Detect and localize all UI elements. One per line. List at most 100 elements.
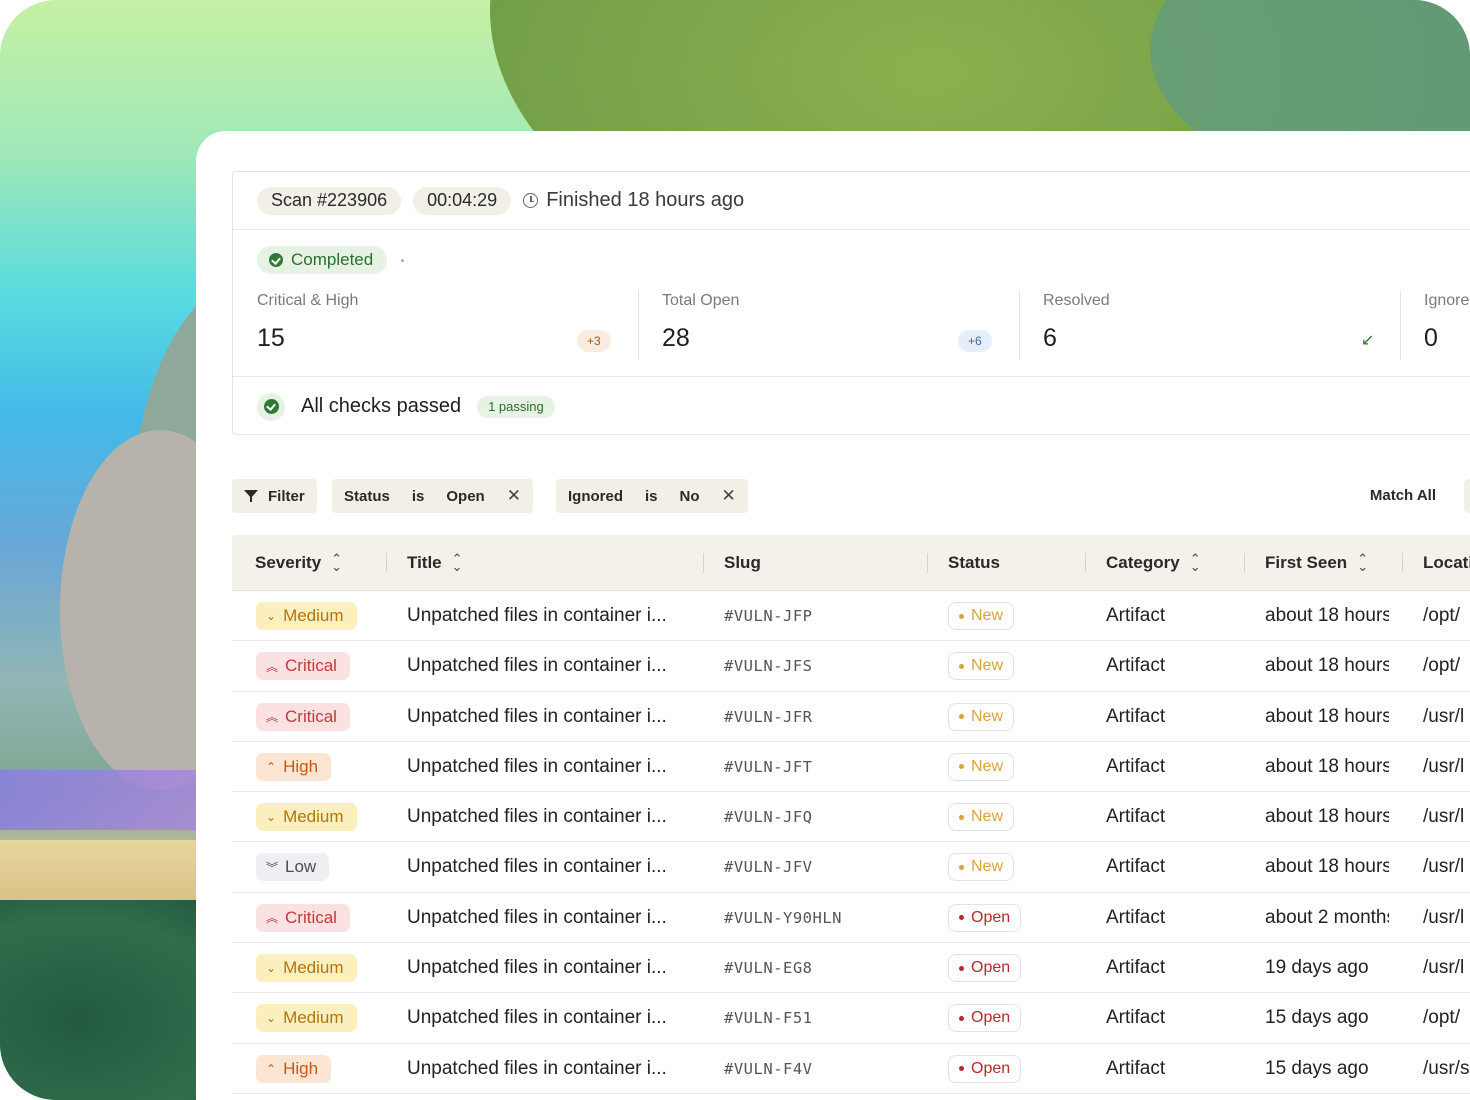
metric-resolved: Resolved 6 ↙	[1043, 290, 1383, 376]
severity-badge: ⌄ Medium	[256, 803, 357, 832]
column-header-severity[interactable]: Severity ⌃ ⌄	[255, 535, 342, 591]
status-badge: New	[948, 602, 1015, 630]
column-header-first-seen[interactable]: First Seen ⌃ ⌄	[1265, 535, 1368, 591]
scan-summary-card: Scan #223906 00:04:29 Finished 18 hours …	[232, 171, 1470, 435]
severity-label: Medium	[283, 606, 344, 625]
column-header-category[interactable]: Category ⌃ ⌄	[1106, 535, 1201, 591]
first-seen-label: about 18 hours ago	[1265, 655, 1389, 677]
status-label: Open	[971, 1009, 1011, 1027]
metric-divider	[638, 290, 639, 360]
severity-badge: ⌄ Medium	[256, 1004, 357, 1033]
finding-title[interactable]: Unpatched files in container i...	[407, 806, 667, 828]
category-label: Artifact	[1106, 806, 1166, 828]
remove-filter-icon[interactable]: ✕	[722, 486, 736, 506]
double-chevron-down-icon: ︾	[266, 860, 279, 875]
table-row[interactable]: ⌄ Medium Unpatched files in container i...…	[232, 993, 1470, 1044]
finding-title[interactable]: Unpatched files in container i...	[407, 907, 667, 929]
status-label: Open	[971, 908, 1011, 926]
status-dot-icon	[959, 663, 964, 669]
table-row[interactable]: ⌃ High Unpatched files in container i... #V…	[232, 1044, 1470, 1094]
table-row[interactable]: ︾ Low Unpatched files in container i... #VU…	[232, 842, 1470, 893]
column-header-location[interactable]: Location	[1423, 535, 1470, 591]
filter-icon	[244, 489, 258, 503]
filter-value: No	[679, 487, 700, 505]
table-row[interactable]: ︽ Critical Unpatched files in container i.…	[232, 641, 1470, 692]
sort-icon[interactable]: ⌃ ⌄	[1357, 552, 1368, 573]
match-options-button[interactable]	[1464, 479, 1470, 513]
finding-title[interactable]: Unpatched files in container i...	[407, 605, 667, 627]
severity-label: Medium	[283, 807, 344, 827]
finding-title[interactable]: Unpatched files in container i...	[407, 957, 667, 979]
finding-title[interactable]: Unpatched files in container i...	[407, 756, 667, 778]
finding-title[interactable]: Unpatched files in container i...	[407, 655, 667, 677]
finding-slug: #VULN-JFT	[724, 757, 813, 776]
severity-label: Medium	[283, 958, 344, 978]
finding-title[interactable]: Unpatched files in container i...	[407, 1007, 667, 1029]
category-label: Artifact	[1106, 755, 1166, 777]
status-label: New	[971, 657, 1004, 675]
finding-title[interactable]: Unpatched files in container i...	[407, 856, 667, 878]
status-label: New	[971, 808, 1004, 826]
location-label: /opt/	[1423, 655, 1460, 677]
finished-text: Finished 18 hours ago	[546, 189, 745, 211]
severity-badge: ︾ Low	[256, 853, 330, 882]
status-dot-icon	[959, 814, 964, 820]
filter-bar: Filter Status is Open ✕ Ignored is No ✕ …	[232, 479, 1470, 513]
sort-icon[interactable]: ⌃ ⌄	[452, 552, 463, 573]
table-row[interactable]: ⌃ High Unpatched files in container i... #V…	[232, 742, 1470, 793]
chevron-up-icon: ⌃	[266, 1061, 277, 1076]
first-seen-label: about 18 hours ago	[1265, 705, 1389, 727]
severity-label: Medium	[283, 1008, 344, 1028]
location-label: /usr/l	[1423, 906, 1465, 928]
checks-summary[interactable]: All checks passed 1 passing	[233, 376, 1470, 436]
finding-slug: #VULN-JFQ	[724, 808, 813, 827]
filter-chip-status[interactable]: Status is Open ✕	[332, 479, 533, 513]
chevron-down-icon: ⌄	[266, 961, 277, 976]
metric-delta-badge: +6	[958, 330, 992, 352]
filter-operator: is	[645, 487, 658, 505]
check-circle-icon	[269, 253, 283, 267]
metric-label: Total Open	[662, 292, 740, 309]
status-badge: Open	[948, 1054, 1022, 1083]
severity-label: High	[283, 756, 319, 776]
filter-value: Open	[446, 487, 485, 505]
metric-delta-badge: +3	[577, 330, 611, 352]
category-label: Artifact	[1106, 906, 1166, 928]
status-label: Completed	[291, 250, 374, 269]
finding-title[interactable]: Unpatched files in container i...	[407, 1058, 667, 1080]
table-row[interactable]: ⌄ Medium Unpatched files in container i...…	[232, 943, 1470, 994]
metric-critical-high: Critical & High 15 +3	[257, 290, 615, 376]
finished-time: Finished 18 hours ago	[523, 189, 744, 212]
filter-button[interactable]: Filter	[232, 479, 317, 513]
filter-chip-ignored[interactable]: Ignored is No ✕	[556, 479, 748, 513]
sort-icon[interactable]: ⌃ ⌄	[1190, 552, 1201, 573]
chevron-down-icon: ⌄	[266, 1011, 277, 1026]
severity-badge: ⌃ High	[256, 752, 332, 781]
scan-id-badge: Scan #223906	[257, 186, 402, 215]
match-mode-toggle[interactable]: Match All	[1370, 487, 1436, 504]
remove-filter-icon[interactable]: ✕	[507, 486, 521, 506]
column-header-title[interactable]: Title ⌃ ⌄	[407, 535, 463, 591]
metric-ignored: Ignored 0	[1424, 290, 1470, 376]
location-label: /usr/l	[1423, 755, 1465, 777]
finding-slug: #VULN-F51	[724, 1009, 813, 1028]
status-label: Open	[971, 1059, 1011, 1077]
finding-slug: #VULN-JFP	[724, 607, 813, 625]
column-header-status[interactable]: Status	[948, 535, 1000, 591]
scan-duration-badge: 00:04:29	[413, 186, 512, 215]
table-body: ⌄ Medium Unpatched files in container i...…	[232, 591, 1470, 1094]
column-header-slug[interactable]: Slug	[724, 535, 761, 591]
table-row[interactable]: ︽ Critical Unpatched files in container i.…	[232, 692, 1470, 742]
findings-table: Severity ⌃ ⌄ Title ⌃ ⌄ Slug Status Category ⌃…	[232, 535, 1470, 1094]
table-row[interactable]: ⌄ Medium Unpatched files in container i...…	[232, 792, 1470, 843]
table-row[interactable]: ⌄ Medium Unpatched files in container i...…	[232, 591, 1470, 642]
status-label: New	[971, 858, 1004, 876]
severity-label: High	[283, 1058, 319, 1078]
status-dot-icon	[959, 1015, 964, 1021]
status-row: Completed	[233, 230, 1470, 290]
table-row[interactable]: ︽ Critical Unpatched files in container i.…	[232, 893, 1470, 944]
metric-divider	[1400, 290, 1401, 360]
severity-label: Critical	[285, 907, 337, 927]
finding-title[interactable]: Unpatched files in container i...	[407, 706, 667, 728]
sort-icon[interactable]: ⌃ ⌄	[331, 552, 342, 573]
